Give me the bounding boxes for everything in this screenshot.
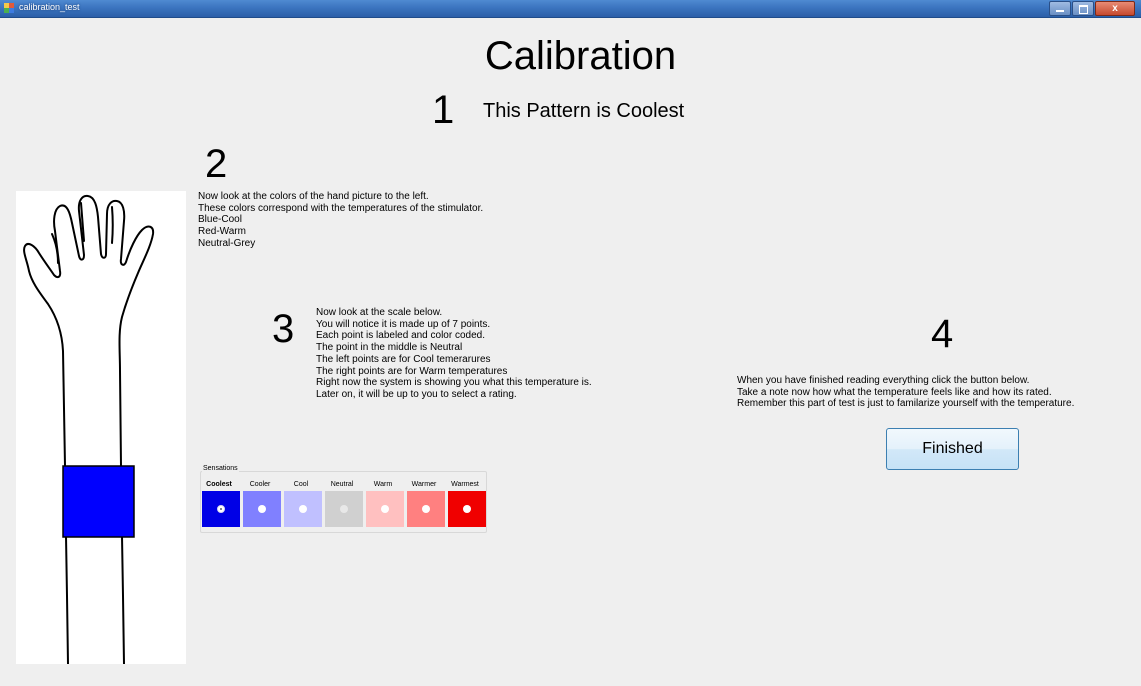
step-1-number: 1: [432, 88, 455, 132]
maximize-button[interactable]: [1072, 1, 1094, 16]
sensation-option-cool[interactable]: Cool: [282, 481, 322, 527]
finished-button[interactable]: Finished: [886, 428, 1019, 470]
minimize-button[interactable]: [1049, 1, 1071, 16]
sensation-swatch: [243, 491, 281, 527]
sensation-option-warmer[interactable]: Warmer: [405, 481, 445, 527]
sensations-legend: Sensations: [202, 465, 239, 472]
minimize-icon: [1056, 10, 1064, 12]
app-icon: [4, 3, 14, 13]
sensation-label: Warmest: [451, 481, 479, 488]
window-title: calibration_test: [19, 2, 80, 12]
pattern-status-text: This Pattern is Coolest: [483, 100, 685, 122]
sensation-label: Coolest: [206, 481, 232, 488]
sensation-swatch: [202, 491, 240, 527]
sensation-swatch: [325, 491, 363, 527]
sensation-radio[interactable]: [217, 505, 225, 513]
step-3-instructions: Now look at the scale below. You will no…: [316, 307, 592, 400]
sensation-swatch: [407, 491, 445, 527]
sensation-radio[interactable]: [422, 505, 430, 513]
sensation-swatch: [284, 491, 322, 527]
sensation-radio[interactable]: [381, 505, 389, 513]
sensation-radio[interactable]: [463, 505, 471, 513]
step-4-number: 4: [931, 312, 954, 356]
sensation-label: Warm: [373, 481, 393, 488]
close-button[interactable]: x: [1095, 1, 1135, 16]
sensation-option-cooler[interactable]: Cooler: [241, 481, 281, 527]
step-3-number: 3: [272, 307, 295, 351]
step-2-number: 2: [205, 142, 228, 186]
page-title: Calibration: [484, 34, 677, 78]
window-controls: x: [1048, 1, 1135, 16]
sensation-radio[interactable]: [258, 505, 266, 513]
temperature-band: [62, 465, 135, 538]
step-4-instructions: When you have finished reading everythin…: [737, 375, 1075, 410]
hand-outline-icon: [23, 194, 155, 665]
close-icon: x: [1112, 3, 1118, 14]
sensation-option-coolest[interactable]: Coolest: [200, 481, 240, 527]
sensations-groupbox: Sensations Coolest Cooler Cool Neutral Warm W…: [200, 465, 487, 533]
window-titlebar: calibration_test x: [0, 0, 1141, 18]
sensation-radio[interactable]: [340, 505, 348, 513]
sensation-swatch: [366, 491, 404, 527]
sensation-label: Neutral: [330, 481, 354, 488]
hand-picture: [16, 191, 186, 665]
maximize-icon: [1079, 5, 1088, 14]
sensation-swatch: [448, 491, 486, 527]
sensation-label: Cooler: [249, 481, 271, 488]
sensation-option-neutral[interactable]: Neutral: [323, 481, 363, 527]
sensation-label: Warmer: [411, 481, 437, 488]
sensation-radio[interactable]: [299, 505, 307, 513]
sensation-label: Cool: [293, 481, 309, 488]
sensation-option-warm[interactable]: Warm: [364, 481, 404, 527]
step-2-instructions: Now look at the colors of the hand pictu…: [198, 191, 484, 249]
sensation-option-warmest[interactable]: Warmest: [446, 481, 486, 527]
